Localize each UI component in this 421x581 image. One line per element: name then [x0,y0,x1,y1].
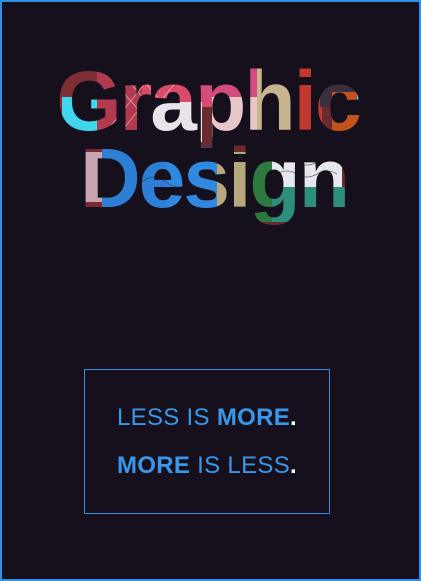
title-artwork: Graphic Design [56,54,362,225]
poster: Graphic Design LESS IS MORE. MORE IS LES… [0,0,421,581]
motto-line1-segment-1: MORE [216,404,291,431]
motto-line-2: MORE IS LESS. [85,454,329,478]
title-word-design: Design [80,131,348,225]
motto-line-1: LESS IS MORE. [85,406,329,430]
motto-line2-segment-2: . [290,452,297,479]
motto-frame: LESS IS MORE. MORE IS LESS. [84,369,330,514]
motto-line2-segment-1: IS LESS [190,452,291,479]
motto-line1-segment-0: LESS IS [117,404,217,431]
motto-line2-segment-0: MORE [117,452,191,479]
motto-line1-segment-2: . [290,404,297,431]
